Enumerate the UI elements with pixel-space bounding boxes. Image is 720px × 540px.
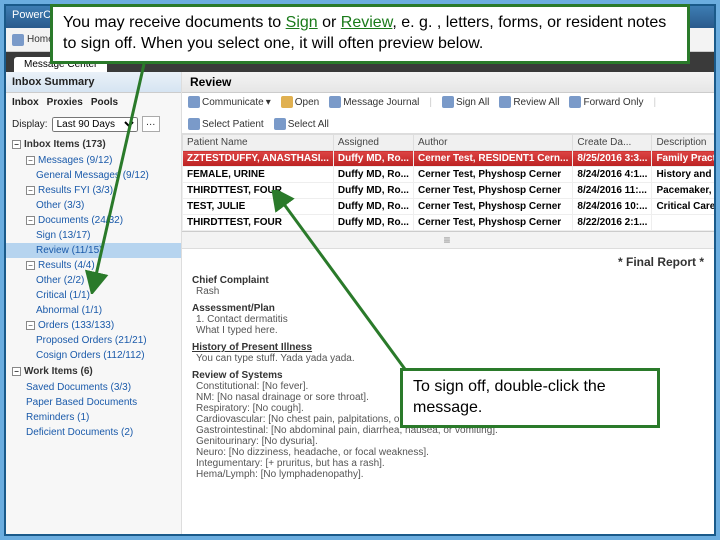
final-report-label: * Final Report * bbox=[192, 255, 704, 269]
col-create[interactable]: Create Da... bbox=[573, 135, 652, 151]
collapse-icon[interactable]: − bbox=[12, 367, 21, 376]
sidebar-item-paper-docs[interactable]: Paper Based Documents bbox=[6, 395, 181, 410]
splitter-handle[interactable]: ≡ bbox=[182, 232, 714, 249]
keyword-review: Review bbox=[341, 14, 393, 31]
col-assigned[interactable]: Assigned bbox=[333, 135, 413, 151]
col-desc[interactable]: Description bbox=[652, 135, 714, 151]
communicate-button[interactable]: Communicate ▾ bbox=[188, 96, 271, 108]
journal-icon bbox=[329, 96, 341, 108]
collapse-icon[interactable]: − bbox=[12, 140, 21, 149]
ros-hema: Hema/Lymph: [No lymphadenopathy]. bbox=[196, 469, 704, 480]
chief-complaint-heading: Chief Complaint bbox=[192, 275, 704, 286]
keyword-sign: Sign bbox=[286, 14, 318, 31]
sidebar-item-orders[interactable]: −Orders (133/133) bbox=[6, 318, 181, 333]
sidebar-item-deficient[interactable]: Deficient Documents (2) bbox=[6, 425, 181, 440]
ros-neuro: Neuro: [No dizziness, headache, or focal… bbox=[196, 447, 704, 458]
review-all-button[interactable]: Review All bbox=[499, 96, 559, 108]
display-label: Display: bbox=[12, 119, 48, 130]
ros-gu: Genitourinary: [No dysuria]. bbox=[196, 436, 704, 447]
sidebar-item-saved-docs[interactable]: Saved Documents (3/3) bbox=[6, 380, 181, 395]
ros-integ: Integumentary: [+ pruritus, but has a ra… bbox=[196, 458, 704, 469]
journal-button[interactable]: Message Journal bbox=[329, 96, 419, 108]
sidebar-item-cosign-orders[interactable]: Cosign Orders (112/112) bbox=[6, 348, 181, 363]
table-row[interactable]: FEMALE, URINEDuffy MD, Ro...Cerner Test,… bbox=[183, 167, 715, 183]
col-patient[interactable]: Patient Name bbox=[183, 135, 334, 151]
select-all-button[interactable]: Select All bbox=[274, 118, 329, 130]
open-button[interactable]: Open bbox=[281, 96, 319, 108]
annotation-top: You may receive documents to Sign or Rev… bbox=[50, 4, 690, 64]
message-grid[interactable]: Patient Name Assigned Author Create Da..… bbox=[182, 134, 714, 232]
arrow-top bbox=[84, 64, 164, 294]
arrow-bottom bbox=[270, 190, 430, 380]
content-toolbar: Communicate ▾ Open Message Journal | Sig… bbox=[182, 93, 714, 134]
assessment-heading: Assessment/Plan bbox=[192, 303, 704, 314]
sidebar-item-results-abnormal[interactable]: Abnormal (1/1) bbox=[6, 303, 181, 318]
sidebar-item-proposed-orders[interactable]: Proposed Orders (21/21) bbox=[6, 333, 181, 348]
review-icon bbox=[499, 96, 511, 108]
table-row[interactable]: THIRDTTEST, FOURDuffy MD, Ro...Cerner Te… bbox=[183, 183, 715, 199]
folder-icon bbox=[281, 96, 293, 108]
table-row[interactable]: TEST, JULIEDuffy MD, Ro...Cerner Test, P… bbox=[183, 199, 715, 215]
subtab-proxies[interactable]: Proxies bbox=[47, 97, 83, 108]
table-row[interactable]: THIRDTTEST, FOURDuffy MD, Ro...Cerner Te… bbox=[183, 215, 715, 231]
sign-all-button[interactable]: Sign All bbox=[442, 96, 489, 108]
subtab-inbox[interactable]: Inbox bbox=[12, 97, 39, 108]
annotation-bottom: To sign off, double-click the message. bbox=[400, 368, 660, 428]
table-row[interactable]: ZZTESTDUFFY, ANASTHASI...Duffy MD, Ro...… bbox=[183, 151, 715, 167]
mail-icon bbox=[188, 96, 200, 108]
home-button[interactable]: Home bbox=[12, 34, 54, 46]
hpi-heading: History of Present Illness bbox=[192, 342, 704, 353]
forward-icon bbox=[569, 96, 581, 108]
select-all-icon bbox=[274, 118, 286, 130]
content-pane: Review Communicate ▾ Open Message Journa… bbox=[182, 72, 714, 534]
sidebar-item-reminders[interactable]: Reminders (1) bbox=[6, 410, 181, 425]
content-header: Review bbox=[182, 72, 714, 93]
signature-icon bbox=[442, 96, 454, 108]
select-patient-button[interactable]: Select Patient bbox=[188, 118, 264, 130]
home-icon bbox=[12, 34, 24, 46]
patient-icon bbox=[188, 118, 200, 130]
group-work: Work Items (6) bbox=[24, 366, 93, 377]
forward-only-button[interactable]: Forward Only bbox=[569, 96, 643, 108]
col-author[interactable]: Author bbox=[413, 135, 572, 151]
